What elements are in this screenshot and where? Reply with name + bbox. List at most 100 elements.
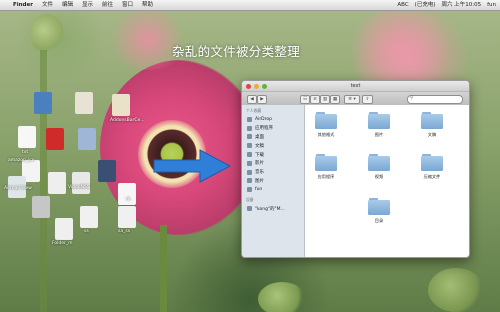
finder-content: 其他格式 图片 文稿 应用程序 视频 压缩文件 目录 xyxy=(305,105,469,257)
menu-file[interactable]: 文件 xyxy=(42,0,53,10)
folder-documents[interactable] xyxy=(421,112,443,129)
desktop-label-addons: AddonsBarCe... xyxy=(110,118,145,123)
folder-other-formats[interactable] xyxy=(315,112,337,129)
sidebar-item-label: 桌面 xyxy=(255,134,264,140)
clock[interactable]: 周六 上午10:05 xyxy=(441,0,481,10)
folder-label: 视频 xyxy=(374,174,384,179)
view-column-button[interactable]: ▥ xyxy=(320,95,330,104)
desktop-icon-video[interactable] xyxy=(72,172,90,194)
desktop-icon-red-app[interactable] xyxy=(46,128,64,150)
folder-videos[interactable] xyxy=(368,154,390,171)
stem-1 xyxy=(160,225,167,312)
folder-applications[interactable] xyxy=(315,154,337,171)
window-titlebar[interactable]: text xyxy=(242,81,469,92)
desktop-icon-folder-m[interactable] xyxy=(55,218,73,240)
sidebar-item-label: 音乐 xyxy=(255,170,264,176)
desktop-icon-doc-2[interactable] xyxy=(32,196,50,218)
back-button[interactable]: ◀ xyxy=(247,95,257,104)
desktop-icon-txt[interactable] xyxy=(18,126,36,148)
desktop-label-m: m xyxy=(126,197,131,202)
window-title: text xyxy=(350,83,361,89)
sidebar-item-music[interactable]: 音乐 xyxy=(242,168,304,177)
applications-icon xyxy=(247,125,252,131)
sidebar-item-device[interactable]: "kong"的"M... xyxy=(242,204,304,213)
folder-label: 文稿 xyxy=(427,132,437,137)
desktop-icon-ss[interactable] xyxy=(80,206,98,228)
sidebar-item-movies[interactable]: 影片 xyxy=(242,159,304,168)
desktop-icon-image[interactable] xyxy=(75,92,93,114)
user-menu[interactable]: fun xyxy=(487,0,496,10)
sidebar-item-desktop[interactable]: 桌面 xyxy=(242,133,304,142)
sidebar-item-applications[interactable]: 应用程序 xyxy=(242,124,304,133)
desktop-label-amazon: amazon_icn xyxy=(8,158,35,163)
finder-window[interactable]: text ◀ ▶ ☷ ≡ ▥ ▦ ✲ ▾ ⇧ ⚲ 个人收藏 AirDrop 应用… xyxy=(241,80,470,258)
desktop-label-sa-ss: sa_ss xyxy=(118,229,131,234)
search-icon: ⚲ xyxy=(410,95,414,101)
pictures-icon xyxy=(247,178,252,184)
view-list-button[interactable]: ≡ xyxy=(310,95,320,104)
share-button[interactable]: ⇧ xyxy=(362,95,373,104)
sidebar-item-label: 应用程序 xyxy=(255,126,273,132)
folder-pictures[interactable] xyxy=(368,112,390,129)
sidebar-section-devices: 设备 xyxy=(246,197,254,203)
folder-directory[interactable] xyxy=(368,198,390,215)
desktop-label-txt: txt xyxy=(22,150,29,155)
home-icon xyxy=(247,187,252,193)
menu-bar: Finder 文件 编辑 显示 前往 窗口 帮助 ABC (已充电) 周六 上午… xyxy=(0,0,500,11)
sidebar-item-label: 图片 xyxy=(255,178,264,184)
sidebar-item-label: "kong"的"M... xyxy=(255,206,285,212)
desktop-icon xyxy=(247,134,252,140)
window-toolbar: ◀ ▶ ☷ ≡ ▥ ▦ ✲ ▾ ⇧ ⚲ xyxy=(242,92,469,106)
folder-label: 应用程序 xyxy=(317,174,335,179)
arrow-right-icon xyxy=(153,149,232,183)
movies-icon xyxy=(247,160,252,166)
desktop-icon-addons[interactable] xyxy=(112,94,130,116)
sidebar-item-label: AirDrop xyxy=(255,116,273,122)
folder-label: 目录 xyxy=(374,218,384,223)
sidebar-item-label: 下载 xyxy=(255,152,264,158)
bud-3 xyxy=(428,268,484,312)
sidebar-item-pictures[interactable]: 图片 xyxy=(242,177,304,186)
bud-1 xyxy=(30,14,64,54)
menu-view[interactable]: 显示 xyxy=(82,0,93,10)
sidebar-item-downloads[interactable]: 下载 xyxy=(242,150,304,159)
battery-status[interactable]: (已充电) xyxy=(415,0,436,10)
forward-button[interactable]: ▶ xyxy=(257,95,267,104)
desktop-icon-sa-ss[interactable] xyxy=(118,206,136,228)
view-icon-button[interactable]: ☷ xyxy=(300,95,310,104)
desktop-icon-app[interactable] xyxy=(34,92,52,114)
downloads-icon xyxy=(247,152,252,158)
desktop-icon-folder-1[interactable] xyxy=(78,128,96,150)
finder-sidebar: 个人收藏 AirDrop 应用程序 桌面 文稿 下载 影片 音乐 图片 fun … xyxy=(242,105,305,257)
menu-edit[interactable]: 编辑 xyxy=(62,0,73,10)
input-source[interactable]: ABC xyxy=(397,0,408,10)
hard-drive-icon xyxy=(247,206,252,212)
sidebar-item-label: fun xyxy=(255,187,263,193)
menu-window[interactable]: 窗口 xyxy=(122,0,133,10)
poppy-bg-2 xyxy=(340,10,460,90)
search-field[interactable]: ⚲ xyxy=(407,95,463,104)
view-coverflow-button[interactable]: ▦ xyxy=(330,95,340,104)
sidebar-item-documents[interactable]: 文稿 xyxy=(242,141,304,150)
bud-2 xyxy=(258,282,306,312)
folder-archives[interactable] xyxy=(421,154,443,171)
sidebar-item-label: 文稿 xyxy=(255,143,264,149)
menu-app-name[interactable]: Finder xyxy=(13,0,33,10)
menu-go[interactable]: 前往 xyxy=(102,0,113,10)
music-icon xyxy=(247,169,252,175)
desktop-icon-doc-1[interactable] xyxy=(48,172,66,194)
menu-help[interactable]: 帮助 xyxy=(142,0,153,10)
folder-label: 其他格式 xyxy=(317,132,335,137)
desktop-icon-dark-app[interactable] xyxy=(98,160,116,182)
documents-icon xyxy=(247,143,252,149)
desktop-label-folder-m: Folder_m xyxy=(52,241,73,246)
stem-2 xyxy=(40,50,47,312)
airdrop-icon xyxy=(247,116,252,122)
desktop-label-airmail: Airmail View xyxy=(4,186,32,191)
action-button[interactable]: ✲ ▾ xyxy=(344,95,360,104)
sidebar-item-airdrop[interactable]: AirDrop xyxy=(242,115,304,124)
desktop-label-ss: ss xyxy=(84,229,89,234)
desktop-label-video: VideoNSS xyxy=(68,185,90,190)
headline-caption: 杂乱的文件被分类整理 xyxy=(172,44,301,59)
sidebar-item-home[interactable]: fun xyxy=(242,185,304,194)
